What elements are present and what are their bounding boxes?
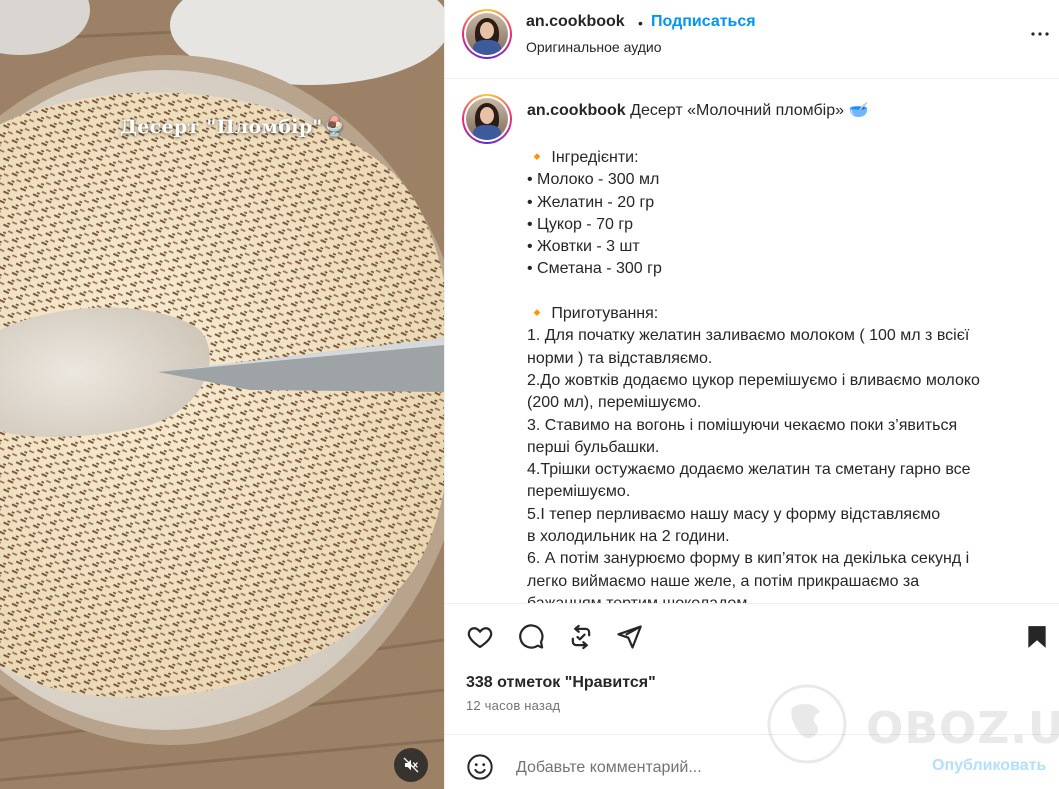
caption-line: норми ) та відставляємо. [527,349,713,367]
repost-button[interactable] [566,622,596,652]
more-horizontal-icon [1031,32,1049,36]
caption-line: перші бульбашки. [527,438,660,456]
publish-button[interactable]: Опубликовать [932,757,1046,775]
likes-count[interactable]: 338 отметок "Нравится" [466,674,656,692]
audio-label[interactable]: Оригинальное аудио [526,39,662,55]
share-icon [617,625,642,649]
caption-line: 🔸 Приготування: [527,305,659,323]
caption-line: в холодильник на 2 години. [527,528,730,546]
caption-line: 5.І тепер перливаємо нашу масу у форму в… [527,505,941,523]
caption-line: 6. А потім занурюємо форму в кип’яток на… [527,550,970,568]
caption-line: перемішуємо. [527,483,631,501]
comment-icon [519,624,544,649]
caption-line: • Жовтки - 3 шт [527,238,640,256]
caption-body: an.cookbook Десерт «Молочний пломбір» 🥣 … [444,80,1059,603]
caption-line: • Сметана - 300 гр [527,260,662,278]
comment-input[interactable] [516,757,916,779]
caption-line: 4.Трішки остужаємо додаємо желатин та см… [527,461,971,479]
caption-line: 2.До жовтків додаємо цукор перемішуємо і… [527,371,980,389]
more-options-button[interactable] [1028,22,1052,46]
emoji-button[interactable] [465,752,495,782]
like-button[interactable] [465,622,495,652]
follow-button[interactable]: Подписаться [651,13,756,31]
caption-line: • Желатин - 20 гр [527,193,655,211]
header-separator: • [638,15,643,31]
caption-line: 🔸 Інгредієнти: [527,149,639,166]
emoji-icon [467,754,493,780]
post-time[interactable]: 12 часов назад [466,698,560,713]
caption-line: • Цукор - 70 гр [527,215,634,233]
mute-button[interactable] [394,748,428,782]
save-button[interactable] [1022,622,1052,652]
comment-button[interactable] [516,622,546,652]
caption-line: бажанням тертим шоколадом. [527,593,1027,603]
header-avatar[interactable] [462,9,512,59]
post-media[interactable]: Десерт "Пломбір"🍨 [0,0,444,789]
heart-icon [467,627,493,649]
caption-username[interactable]: an.cookbook [527,102,626,119]
caption-line: 3. Ставимо на вогонь і помішуючи чекаємо… [527,416,958,434]
caption-line: • Молоко - 300 мл [527,171,660,189]
share-button[interactable] [614,622,644,652]
video-overlay-text: Десерт "Пломбір"🍨 [120,116,347,138]
avatar [466,13,508,55]
repost-icon [571,624,591,650]
caption-line: легко виймаємо наше желе, а потім прикра… [527,572,920,590]
speaker-muted-icon [403,757,419,773]
caption-line: (200 мл), перемішуємо. [527,394,702,412]
caption-title: Десерт «Молочний пломбір» 🥣 [630,102,869,119]
header-username[interactable]: an.cookbook [526,13,625,31]
caption-line: 1. Для початку желатин заливаємо молоком… [527,327,970,345]
bookmark-icon [1028,626,1046,648]
caption-text: 🔸 Інгредієнти: • Молоко - 300 мл • Желатин… [527,147,1027,603]
